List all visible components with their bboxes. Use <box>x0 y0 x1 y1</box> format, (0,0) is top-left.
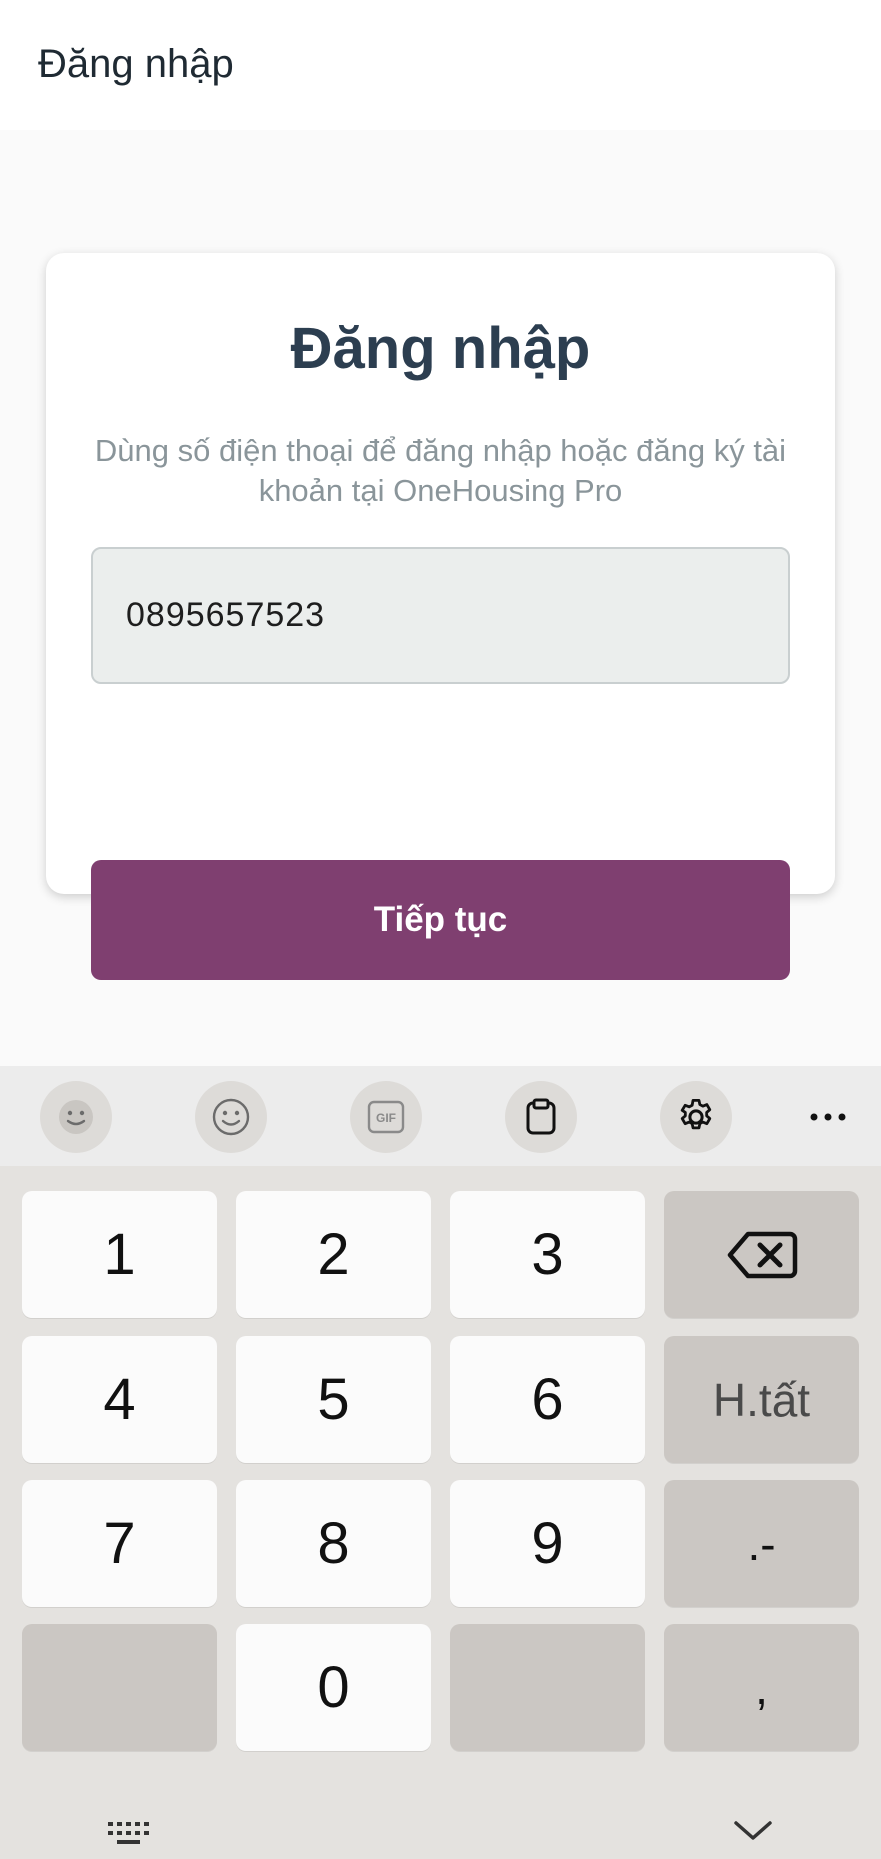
dot-dash-key-label: .- <box>747 1517 776 1570</box>
settings-icon[interactable] <box>660 1081 732 1153</box>
key-4[interactable]: 4 <box>22 1336 217 1463</box>
card-subtitle: Dùng số điện thoại để đăng nhập hoặc đăn… <box>94 433 787 508</box>
keyboard-toolbar: GIF <box>0 1066 881 1166</box>
continue-button[interactable]: Tiếp tục <box>91 860 790 980</box>
comma-key[interactable]: , <box>664 1624 859 1751</box>
phone-input[interactable] <box>91 547 790 684</box>
key-5[interactable]: 5 <box>236 1336 431 1463</box>
key-0[interactable]: 0 <box>236 1624 431 1751</box>
key-6[interactable]: 6 <box>450 1336 645 1463</box>
hide-keyboard-icon[interactable] <box>730 1816 776 1846</box>
numeric-keyboard: 1 2 3 4 5 6 H.tất 7 8 9 .- 0 , <box>0 1166 881 1859</box>
app-header: Đăng nhập <box>0 0 881 130</box>
gif-icon[interactable]: GIF <box>350 1081 422 1153</box>
blank-key-left[interactable] <box>22 1624 217 1751</box>
key-8[interactable]: 8 <box>236 1480 431 1607</box>
done-key[interactable]: H.tất <box>664 1336 859 1463</box>
blank-key-right[interactable] <box>450 1624 645 1751</box>
clipboard-icon[interactable] <box>505 1081 577 1153</box>
key-9[interactable]: 9 <box>450 1480 645 1607</box>
smiley-icon[interactable] <box>195 1081 267 1153</box>
page-title: Đăng nhập <box>38 42 234 86</box>
key-2[interactable]: 2 <box>236 1191 431 1318</box>
login-card: Đăng nhập Dùng số điện thoại để đăng nhậ… <box>46 253 835 980</box>
comma-key-label: , <box>755 1661 768 1714</box>
backspace-key[interactable] <box>664 1191 859 1318</box>
key-7[interactable]: 7 <box>22 1480 217 1607</box>
more-icon[interactable] <box>792 1081 864 1153</box>
keyboard-switch-icon[interactable] <box>104 1816 154 1852</box>
backspace-icon <box>727 1231 797 1278</box>
card-title: Đăng nhập <box>290 316 591 381</box>
svg-text:GIF: GIF <box>376 1111 396 1125</box>
content-area: Đăng nhập Dùng số điện thoại để đăng nhậ… <box>0 130 881 1066</box>
key-1[interactable]: 1 <box>22 1191 217 1318</box>
emoji-face-icon[interactable] <box>40 1081 112 1153</box>
dot-dash-key[interactable]: .- <box>664 1480 859 1607</box>
done-key-label: H.tất <box>712 1373 811 1426</box>
key-3[interactable]: 3 <box>450 1191 645 1318</box>
